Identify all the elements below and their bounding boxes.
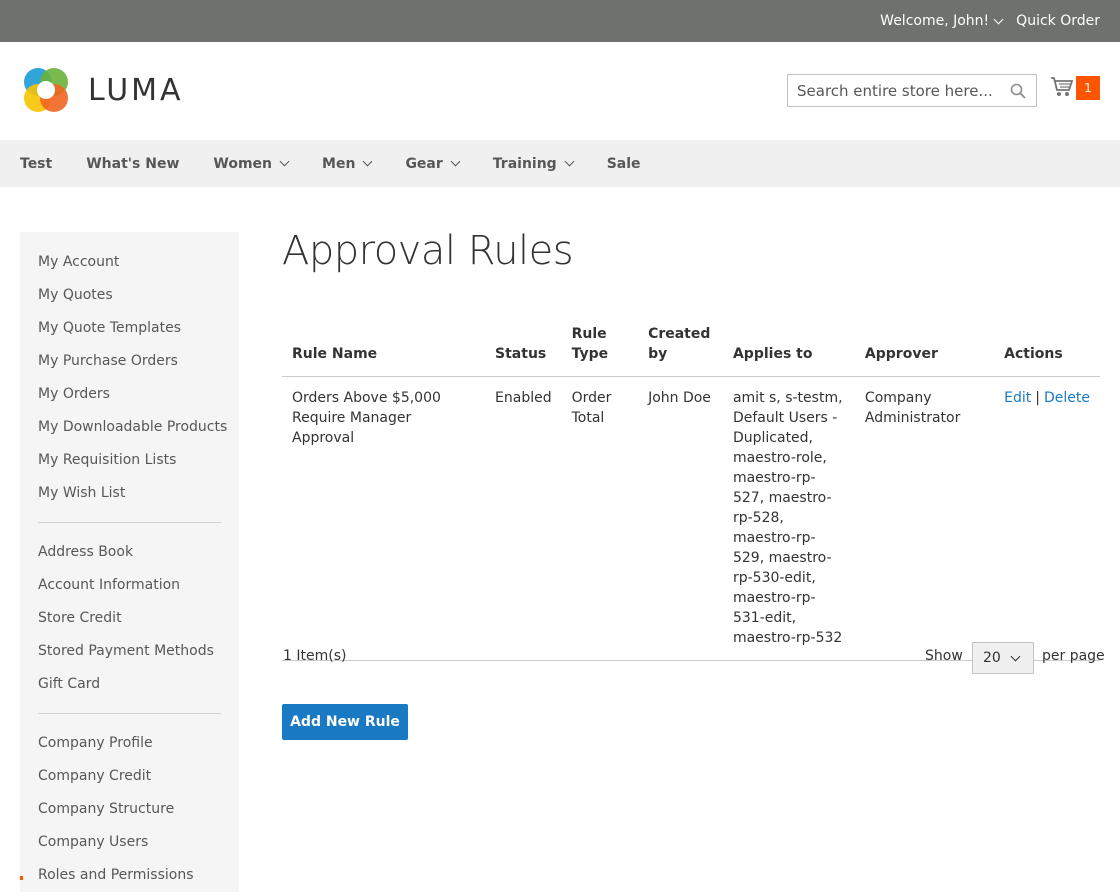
add-new-rule-button[interactable]: Add New Rule <box>282 704 408 740</box>
column-header-rule-type: Rule Type <box>561 324 639 377</box>
sidebar-item-my-requisition-lists[interactable]: My Requisition Lists <box>38 448 239 481</box>
nav-item-gear[interactable]: Gear <box>405 155 461 172</box>
page-title: Approval Rules <box>282 228 574 274</box>
nav-item-sale[interactable]: Sale <box>607 156 641 172</box>
search-input[interactable] <box>797 81 1007 100</box>
header: LUMA 1 <box>0 42 1120 140</box>
column-header-created-by: Created by <box>638 324 723 377</box>
chevron-down-icon <box>1010 651 1021 662</box>
cart-count-badge[interactable]: 1 <box>1076 76 1100 100</box>
cell-approver: Company Administrator <box>854 376 995 661</box>
cell-applies-to: amit s, s-testm, Default Users - Duplica… <box>722 376 855 661</box>
main-navigation: Test What's New Women Men Gear Training Sale <box>0 140 1120 187</box>
table-header-row: Rule Name Status Rule Type Created by Ap… <box>282 324 1100 377</box>
cell-rule-type: Order Total <box>561 376 639 661</box>
welcome-text: Welcome, John! <box>880 13 990 29</box>
sidebar-item-company-profile[interactable]: Company Profile <box>38 731 239 764</box>
chevron-down-icon <box>564 156 575 167</box>
sidebar-item-my-downloadable-products[interactable]: My Downloadable Products <box>38 415 239 448</box>
per-page-label: per page <box>1042 648 1105 664</box>
sidebar-item-my-wish-list[interactable]: My Wish List <box>38 481 239 514</box>
show-label: Show <box>925 648 963 664</box>
nav-item-label: Gear <box>405 155 443 172</box>
nav-item-what-s-new[interactable]: What's New <box>86 156 179 172</box>
items-count: 1 Item(s) <box>283 648 347 664</box>
top-bar: Welcome, John! Quick Order <box>0 0 1120 42</box>
chevron-down-icon <box>362 156 373 167</box>
chevron-down-icon <box>279 156 290 167</box>
nav-item-label: Men <box>322 155 356 172</box>
chevron-down-icon <box>993 14 1004 24</box>
sidebar-item-my-orders[interactable]: My Orders <box>38 382 239 415</box>
sidebar-item-company-structure[interactable]: Company Structure <box>38 797 239 830</box>
nav-item-label: Training <box>492 155 557 172</box>
nav-item-training[interactable]: Training <box>492 155 575 172</box>
cell-created-by: John Doe <box>638 376 723 661</box>
logo[interactable]: LUMA <box>20 64 184 116</box>
action-separator: | <box>1035 390 1040 406</box>
nav-item-label: Women <box>213 155 273 172</box>
sidebar-item-my-account[interactable]: My Account <box>38 250 239 283</box>
cell-status: Enabled <box>485 376 562 661</box>
per-page-value: 20 <box>983 650 1001 666</box>
sidebar-item-company-users[interactable]: Company Users <box>38 830 239 863</box>
quick-order-link[interactable]: Quick Order <box>1016 13 1100 29</box>
cell-rule-name: Orders Above $5,000 Require Manager Appr… <box>282 376 486 661</box>
sidebar-item-stored-payment-methods[interactable]: Stored Payment Methods <box>38 639 239 672</box>
account-sidebar: My Account My Quotes My Quote Templates My … <box>20 232 239 892</box>
per-page-select[interactable]: 20 <box>972 642 1034 674</box>
sidebar-divider <box>38 713 221 714</box>
column-header-rule-name: Rule Name <box>282 324 486 377</box>
luma-logo-icon <box>24 68 68 112</box>
sidebar-item-my-quotes[interactable]: My Quotes <box>38 283 239 316</box>
nav-item-test[interactable]: Test <box>20 156 52 172</box>
sidebar-item-my-purchase-orders[interactable]: My Purchase Orders <box>38 349 239 382</box>
delete-link[interactable]: Delete <box>1044 390 1090 406</box>
customer-welcome-menu[interactable]: Welcome, John! <box>880 13 1004 29</box>
nav-item-label: Test <box>20 155 53 172</box>
column-header-status: Status <box>485 324 562 377</box>
sidebar-item-address-book[interactable]: Address Book <box>38 540 239 573</box>
table-row: Orders Above $5,000 Require Manager Appr… <box>282 376 1100 661</box>
sidebar-item-account-information[interactable]: Account Information <box>38 573 239 606</box>
logo-text: LUMA <box>88 72 184 108</box>
nav-item-label: Sale <box>606 155 641 172</box>
approval-rules-table: Rule Name Status Rule Type Created by Ap… <box>282 324 1100 661</box>
column-header-applies-to: Applies to <box>722 324 855 377</box>
nav-item-men[interactable]: Men <box>322 155 373 172</box>
column-header-approver: Approver <box>854 324 995 377</box>
column-header-actions: Actions <box>994 324 1100 377</box>
nav-item-label: What's New <box>86 155 180 172</box>
sidebar-item-store-credit[interactable]: Store Credit <box>38 606 239 639</box>
edit-link[interactable]: Edit <box>1004 390 1031 406</box>
active-indicator <box>20 876 23 880</box>
search-box <box>787 74 1037 107</box>
cell-actions: Edit | Delete <box>994 376 1100 661</box>
cart-icon[interactable] <box>1050 76 1074 98</box>
sidebar-item-gift-card[interactable]: Gift Card <box>38 672 239 705</box>
nav-item-women[interactable]: Women <box>213 155 290 172</box>
sidebar-divider <box>38 522 221 523</box>
sidebar-item-my-quote-templates[interactable]: My Quote Templates <box>38 316 239 349</box>
sidebar-item-company-credit[interactable]: Company Credit <box>38 764 239 797</box>
chevron-down-icon <box>450 156 461 167</box>
column-header-rule-type-text: Rule Type <box>571 326 612 362</box>
search-icon[interactable] <box>1010 83 1026 99</box>
